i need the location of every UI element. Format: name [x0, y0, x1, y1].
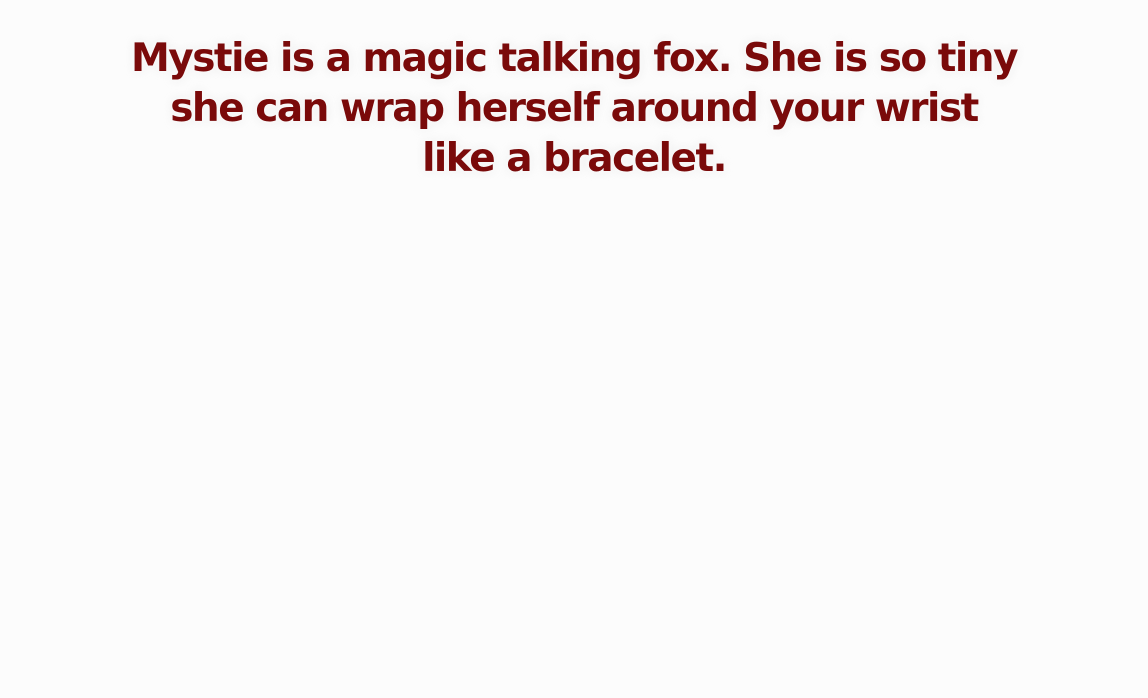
caption-line-1: Mystie is a magic talking fox. She is so…: [130, 36, 1019, 81]
caption-line-3: like a bracelet.: [422, 136, 727, 181]
caption-line-2: she can wrap herself around your wrist: [170, 86, 979, 131]
story-page: Mystie is a magic talking fox. She is so…: [0, 0, 1148, 698]
story-caption: Mystie is a magic talking fox. She is so…: [0, 34, 1148, 184]
